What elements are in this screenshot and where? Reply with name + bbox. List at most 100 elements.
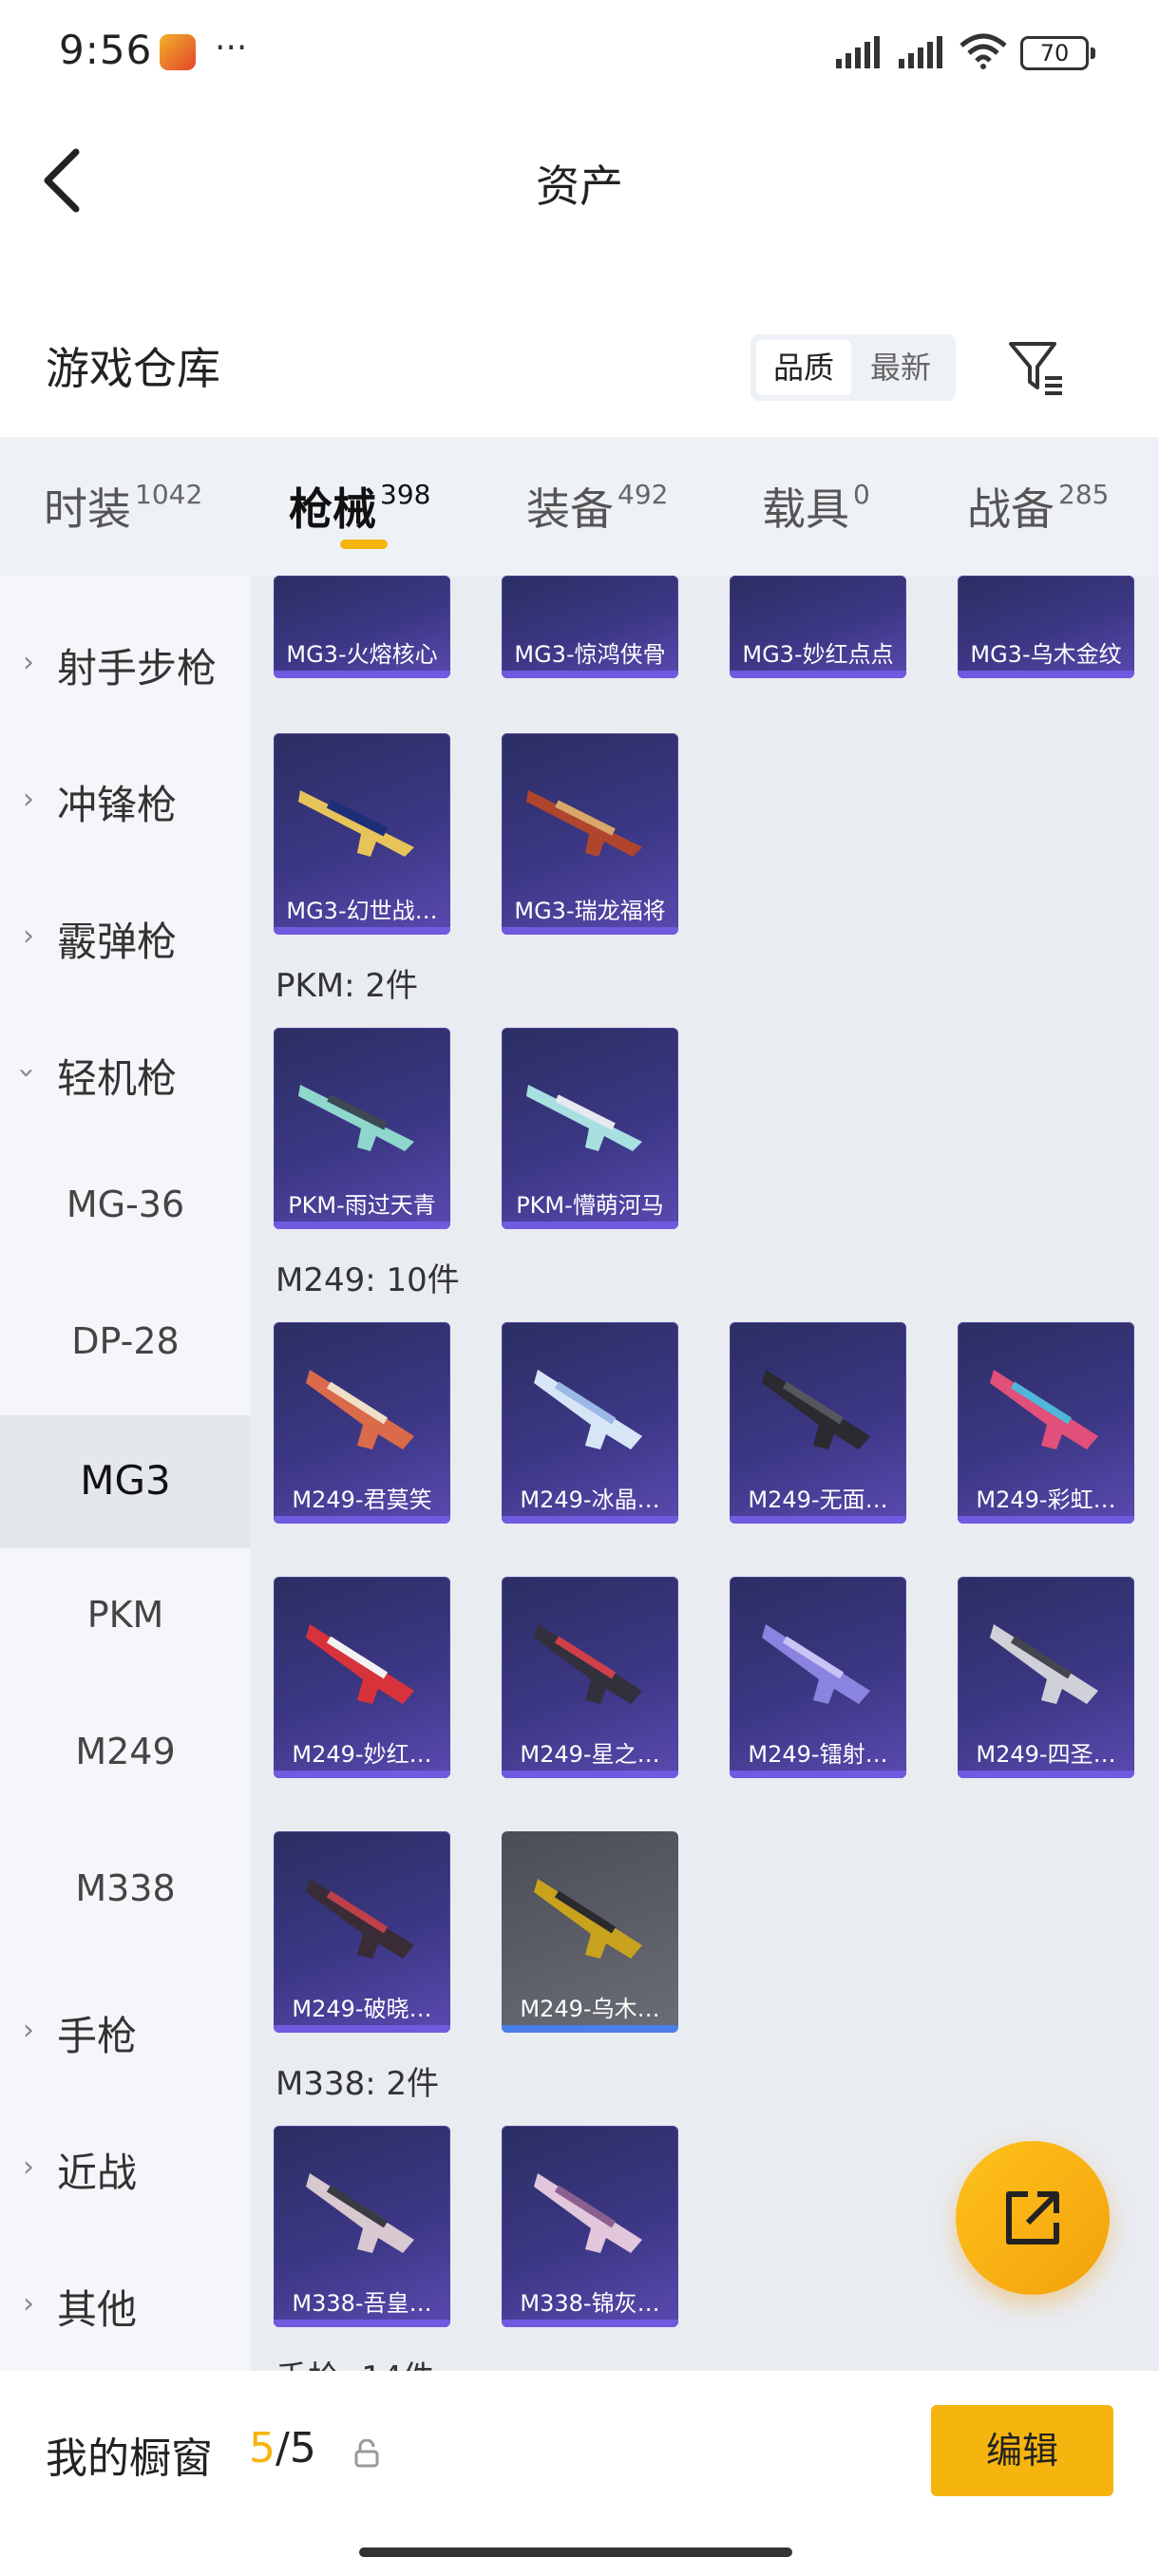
weapon-card-bar — [274, 671, 450, 678]
sort-newest-option[interactable]: 最新 — [853, 340, 948, 395]
weapon-image — [306, 2173, 414, 2253]
weapon-card[interactable]: M249-妙红… — [274, 1577, 450, 1778]
weapon-image — [534, 2173, 642, 2253]
weapon-card[interactable]: MG3-乌木金纹 — [958, 576, 1134, 678]
weapon-card[interactable]: M249-君莫笑 — [274, 1322, 450, 1524]
showcase-count: 5/5 — [249, 2424, 316, 2472]
tab-vehicles[interactable]: 载具 0 — [762, 475, 870, 541]
weapon-card[interactable]: MG3-瑞龙福将 — [502, 733, 678, 935]
tab-fashion[interactable]: 时装 1042 — [44, 475, 202, 541]
sidebar-item-dp28[interactable]: DP-28 — [0, 1279, 251, 1411]
weapon-card[interactable]: M249-星之… — [502, 1577, 678, 1778]
sidebar-item-m249[interactable]: M249 — [0, 1689, 251, 1822]
weapon-card[interactable]: M249-无面… — [730, 1322, 906, 1524]
sidebar-item-melee[interactable]: › 近战 — [0, 2099, 251, 2232]
weapon-card-bar — [730, 671, 906, 678]
weapon-card[interactable]: PKM-雨过天青 — [274, 1028, 450, 1229]
weapon-image — [990, 1624, 1098, 1704]
weapon-card[interactable]: MG3-妙红点点 — [730, 576, 906, 678]
weapon-card[interactable]: MG3-火熔核心 — [274, 576, 450, 678]
weapon-card-name: M249-冰晶… — [520, 1487, 660, 1513]
tab-count: 492 — [618, 479, 669, 510]
tab-label: 战备 — [967, 483, 1054, 535]
weapon-card[interactable]: M249-乌木… — [502, 1831, 678, 2033]
group-label-m249: M249: 10件 — [276, 1261, 460, 1299]
weapon-card[interactable]: M249-四圣… — [958, 1577, 1134, 1778]
section-title: 游戏仓库 — [46, 343, 220, 394]
sidebar-item-label: M249 — [75, 1731, 176, 1772]
sidebar-item-lmg[interactable]: › 轻机枪 — [0, 1005, 251, 1138]
sidebar-item-mg3[interactable]: MG3 — [0, 1415, 251, 1548]
battery-icon: 70 — [1020, 36, 1095, 70]
sidebar-item-shotgun[interactable]: › 霰弹枪 — [0, 868, 251, 1001]
chevron-down-icon: › — [10, 1067, 44, 1079]
share-button[interactable] — [956, 2141, 1110, 2295]
weapon-card[interactable]: M249-镭射… — [730, 1577, 906, 1778]
sidebar-item-label: MG-36 — [66, 1184, 185, 1225]
sidebar-item-label: 轻机枪 — [57, 1055, 178, 1102]
tab-label: 载具 — [762, 483, 849, 535]
tab-equipment[interactable]: 装备 492 — [526, 475, 668, 541]
weapon-card[interactable]: MG3-惊鸿侠骨 — [502, 576, 678, 678]
weapon-card-bar — [502, 1516, 678, 1524]
sidebar-item-pkm[interactable]: PKM — [0, 1552, 251, 1685]
sidebar-item-mg36[interactable]: MG-36 — [0, 1142, 251, 1275]
tab-count: 398 — [380, 479, 431, 510]
weapon-card-name: MG3-惊鸿侠骨 — [514, 641, 666, 668]
sidebar-item-label: M338 — [75, 1867, 176, 1909]
weapon-image — [762, 1624, 870, 1704]
weapon-card-name: MG3-瑞龙福将 — [514, 898, 666, 924]
sidebar-item-label: 近战 — [57, 2150, 138, 2196]
tab-firearms[interactable]: 枪械 398 — [289, 475, 430, 541]
weapon-card-bar — [274, 1771, 450, 1778]
weapon-card-name: MG3-火熔核心 — [286, 641, 438, 668]
sidebar-item-m338[interactable]: M338 — [0, 1826, 251, 1959]
chevron-right-icon: › — [23, 646, 34, 679]
sidebar-item-label: 手枪 — [57, 2013, 138, 2059]
filter-icon[interactable] — [1007, 338, 1066, 397]
weapon-card-bar — [730, 1771, 906, 1778]
weapon-card-bar — [730, 1516, 906, 1524]
tab-supplies[interactable]: 战备 285 — [967, 475, 1109, 541]
chevron-right-icon: › — [23, 2287, 34, 2320]
sidebar-item-pistol[interactable]: › 手枪 — [0, 1962, 251, 2095]
chevron-right-icon: › — [23, 2150, 34, 2184]
signal-icon-2 — [899, 36, 942, 68]
weapon-card-bar — [502, 671, 678, 678]
weapon-card-name: M249-乌木… — [520, 1996, 660, 2022]
showcase-count-total: /5 — [276, 2424, 316, 2472]
weapon-image — [526, 1085, 642, 1151]
group-label-m338: M338: 2件 — [276, 2065, 440, 2103]
weapon-card[interactable]: M249-彩虹… — [958, 1322, 1134, 1524]
wifi-icon — [960, 33, 1007, 69]
weapon-card[interactable]: MG3-幻世战… — [274, 733, 450, 935]
category-tabs: 时装 1042 枪械 398 装备 492 载具 0 战备 285 — [0, 437, 1159, 576]
tab-label: 时装 — [44, 483, 131, 535]
edit-button[interactable]: 编辑 — [931, 2405, 1113, 2496]
weapon-card-name: M249-君莫笑 — [292, 1487, 432, 1513]
sort-toggle: 品质 最新 — [750, 334, 956, 401]
chevron-right-icon: › — [23, 919, 34, 953]
sidebar-item-other[interactable]: › 其他 — [0, 2236, 251, 2369]
weapon-card-name: M249-妙红… — [292, 1741, 432, 1768]
weapon-card[interactable]: M249-冰晶… — [502, 1322, 678, 1524]
sidebar-item-smg[interactable]: › 冲锋枪 — [0, 731, 251, 864]
weapon-card-name: M249-彩虹… — [976, 1487, 1116, 1513]
weapon-card[interactable]: M338-吾皇… — [274, 2126, 450, 2327]
weapon-card-bar — [502, 2320, 678, 2327]
home-indicator[interactable] — [359, 2548, 792, 2557]
weapon-card-name: PKM-雨过天青 — [288, 1192, 436, 1219]
sort-quality-option[interactable]: 品质 — [756, 340, 851, 395]
sidebar-item-marksman-rifle[interactable]: › 射手步枪 — [0, 595, 251, 728]
weapon-card-bar — [502, 2025, 678, 2033]
weapon-card[interactable]: PKM-懵萌河马 — [502, 1028, 678, 1229]
weapon-card-bar — [958, 1771, 1134, 1778]
weapon-image — [990, 1370, 1098, 1449]
chevron-right-icon: › — [23, 2014, 34, 2047]
sidebar-item-label: 冲锋枪 — [57, 782, 178, 828]
lock-icon — [354, 2439, 379, 2468]
weapon-card[interactable]: M338-锦灰… — [502, 2126, 678, 2327]
weapon-image — [306, 1879, 414, 1959]
sidebar-item-label: 射手步枪 — [57, 645, 218, 691]
weapon-card[interactable]: M249-破晓… — [274, 1831, 450, 2033]
